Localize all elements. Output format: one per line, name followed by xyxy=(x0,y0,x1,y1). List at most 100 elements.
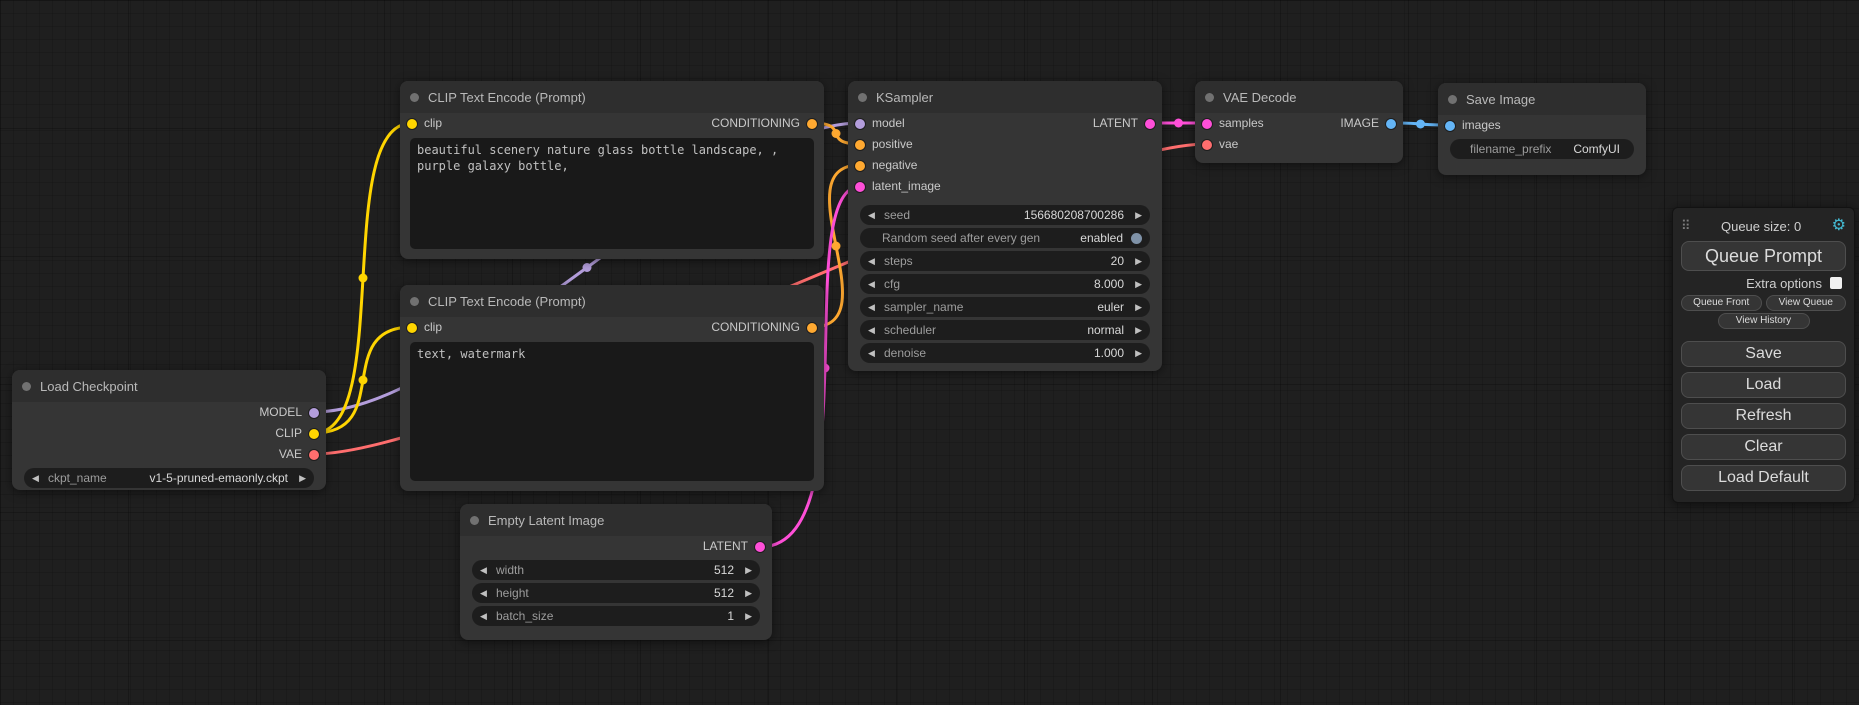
node-vae-decode[interactable]: VAE Decode samples IMAGE vae xyxy=(1195,81,1403,163)
width-widget[interactable]: ◀ width 512 ▶ xyxy=(472,560,760,580)
queue-panel-header: ⠿ Queue size: 0 ⚙ xyxy=(1681,215,1846,237)
random-seed-toggle[interactable] xyxy=(1131,233,1142,244)
node-title-bar[interactable]: Save Image xyxy=(1438,83,1646,115)
widget-value: 8.000 xyxy=(1088,277,1130,291)
node-title-bar[interactable]: KSampler xyxy=(848,81,1162,113)
seed-widget[interactable]: ◀ seed 156680208700286 ▶ xyxy=(860,205,1150,225)
images-input-port[interactable] xyxy=(1445,121,1455,131)
node-clip-text-encode-positive[interactable]: CLIP Text Encode (Prompt) clip CONDITION… xyxy=(400,81,824,259)
decrement-arrow-icon[interactable]: ◀ xyxy=(32,468,44,488)
view-queue-button[interactable]: View Queue xyxy=(1766,295,1847,311)
decrement-arrow-icon[interactable]: ◀ xyxy=(480,583,492,603)
increment-arrow-icon[interactable]: ▶ xyxy=(740,606,752,626)
decrement-arrow-icon[interactable]: ◀ xyxy=(480,560,492,580)
refresh-button[interactable]: Refresh xyxy=(1681,403,1846,429)
latent-image-input-port[interactable] xyxy=(855,182,865,192)
queue-actions-row: Queue Front View Queue xyxy=(1681,295,1846,311)
cfg-widget[interactable]: ◀ cfg 8.000 ▶ xyxy=(860,274,1150,294)
model-output-port[interactable] xyxy=(309,408,319,418)
save-button[interactable]: Save xyxy=(1681,341,1846,367)
node-title: Save Image xyxy=(1466,92,1535,107)
decrement-arrow-icon[interactable]: ◀ xyxy=(480,606,492,626)
load-button[interactable]: Load xyxy=(1681,372,1846,398)
prompt-textarea[interactable]: text, watermark xyxy=(410,342,814,481)
node-status-dot[interactable] xyxy=(858,93,867,102)
increment-arrow-icon[interactable]: ▶ xyxy=(740,560,752,580)
node-title-bar[interactable]: CLIP Text Encode (Prompt) xyxy=(400,81,824,113)
image-output-port[interactable] xyxy=(1386,119,1396,129)
positive-input-port[interactable] xyxy=(855,140,865,150)
model-input-port[interactable] xyxy=(855,119,865,129)
denoise-widget[interactable]: ◀ denoise 1.000 ▶ xyxy=(860,343,1150,363)
node-empty-latent-image[interactable]: Empty Latent Image LATENT ◀ width 512 ▶ … xyxy=(460,504,772,640)
increment-arrow-icon[interactable]: ▶ xyxy=(740,583,752,603)
node-status-dot[interactable] xyxy=(22,382,31,391)
view-history-button[interactable]: View History xyxy=(1718,313,1810,329)
extra-options-checkbox[interactable] xyxy=(1830,277,1842,289)
settings-gear-icon[interactable]: ⚙ xyxy=(1832,218,1846,234)
input-slot-latent-image: latent_image xyxy=(848,176,1162,197)
drag-handle-icon[interactable]: ⠿ xyxy=(1681,218,1691,234)
vae-output-port[interactable] xyxy=(309,450,319,460)
decrement-arrow-icon[interactable]: ◀ xyxy=(868,205,880,225)
node-status-dot[interactable] xyxy=(1448,95,1457,104)
comfyui-canvas[interactable]: { "colors": { "model": "#B39DDB", "clip"… xyxy=(0,0,1859,705)
widget-label: steps xyxy=(884,254,913,268)
queue-size-label: Queue size: 0 xyxy=(1721,219,1801,234)
vae-input-port[interactable] xyxy=(1202,140,1212,150)
clip-input-port[interactable] xyxy=(407,119,417,129)
prompt-textarea[interactable]: beautiful scenery nature glass bottle la… xyxy=(410,138,814,249)
increment-arrow-icon[interactable]: ▶ xyxy=(1130,251,1142,271)
decrement-arrow-icon[interactable]: ◀ xyxy=(868,320,880,340)
input-slot-positive: positive xyxy=(848,134,1162,155)
slot-label: LATENT xyxy=(1022,113,1162,134)
node-status-dot[interactable] xyxy=(410,93,419,102)
decrement-arrow-icon[interactable]: ◀ xyxy=(868,251,880,271)
conditioning-output-port[interactable] xyxy=(807,119,817,129)
widget-label: width xyxy=(496,563,524,577)
slot-label: CLIP xyxy=(12,423,326,444)
samples-input-port[interactable] xyxy=(1202,119,1212,129)
scheduler-widget[interactable]: ◀ scheduler normal ▶ xyxy=(860,320,1150,340)
node-title-bar[interactable]: CLIP Text Encode (Prompt) xyxy=(400,285,824,317)
latent-output-port[interactable] xyxy=(755,542,765,552)
slot-label: CONDITIONING xyxy=(442,113,824,134)
node-title-bar[interactable]: Load Checkpoint xyxy=(12,370,326,402)
node-status-dot[interactable] xyxy=(470,516,479,525)
load-default-button[interactable]: Load Default xyxy=(1681,465,1846,491)
node-clip-text-encode-negative[interactable]: CLIP Text Encode (Prompt) clip CONDITION… xyxy=(400,285,824,491)
widget-value: v1-5-pruned-emaonly.ckpt xyxy=(143,471,294,485)
increment-arrow-icon[interactable]: ▶ xyxy=(1130,297,1142,317)
latent-output-port[interactable] xyxy=(1145,119,1155,129)
node-load-checkpoint[interactable]: Load Checkpoint MODEL CLIP VAE ◀ ckpt_na… xyxy=(12,370,326,490)
node-status-dot[interactable] xyxy=(410,297,419,306)
increment-arrow-icon[interactable]: ▶ xyxy=(1130,205,1142,225)
node-save-image[interactable]: Save Image images filename_prefix ComfyU… xyxy=(1438,83,1646,175)
increment-arrow-icon[interactable]: ▶ xyxy=(294,468,306,488)
node-status-dot[interactable] xyxy=(1205,93,1214,102)
negative-input-port[interactable] xyxy=(855,161,865,171)
steps-widget[interactable]: ◀ steps 20 ▶ xyxy=(860,251,1150,271)
node-ksampler[interactable]: KSampler model positive negative latent_… xyxy=(848,81,1162,371)
increment-arrow-icon[interactable]: ▶ xyxy=(1130,320,1142,340)
decrement-arrow-icon[interactable]: ◀ xyxy=(868,297,880,317)
queue-prompt-button[interactable]: Queue Prompt xyxy=(1681,241,1846,271)
filename-prefix-widget[interactable]: filename_prefix ComfyUI xyxy=(1450,139,1634,159)
node-title-bar[interactable]: Empty Latent Image xyxy=(460,504,772,536)
increment-arrow-icon[interactable]: ▶ xyxy=(1130,343,1142,363)
decrement-arrow-icon[interactable]: ◀ xyxy=(868,343,880,363)
clip-input-port[interactable] xyxy=(407,323,417,333)
increment-arrow-icon[interactable]: ▶ xyxy=(1130,274,1142,294)
ckpt-name-widget[interactable]: ◀ ckpt_name v1-5-pruned-emaonly.ckpt ▶ xyxy=(24,468,314,488)
batch-size-widget[interactable]: ◀ batch_size 1 ▶ xyxy=(472,606,760,626)
node-title-bar[interactable]: VAE Decode xyxy=(1195,81,1403,113)
clip-output-port[interactable] xyxy=(309,429,319,439)
decrement-arrow-icon[interactable]: ◀ xyxy=(868,274,880,294)
random-seed-widget[interactable]: Random seed after every gen enabled xyxy=(860,228,1150,248)
slot-row: samples IMAGE xyxy=(1195,113,1403,134)
queue-front-button[interactable]: Queue Front xyxy=(1681,295,1762,311)
clear-button[interactable]: Clear xyxy=(1681,434,1846,460)
sampler-name-widget[interactable]: ◀ sampler_name euler ▶ xyxy=(860,297,1150,317)
conditioning-output-port[interactable] xyxy=(807,323,817,333)
height-widget[interactable]: ◀ height 512 ▶ xyxy=(472,583,760,603)
